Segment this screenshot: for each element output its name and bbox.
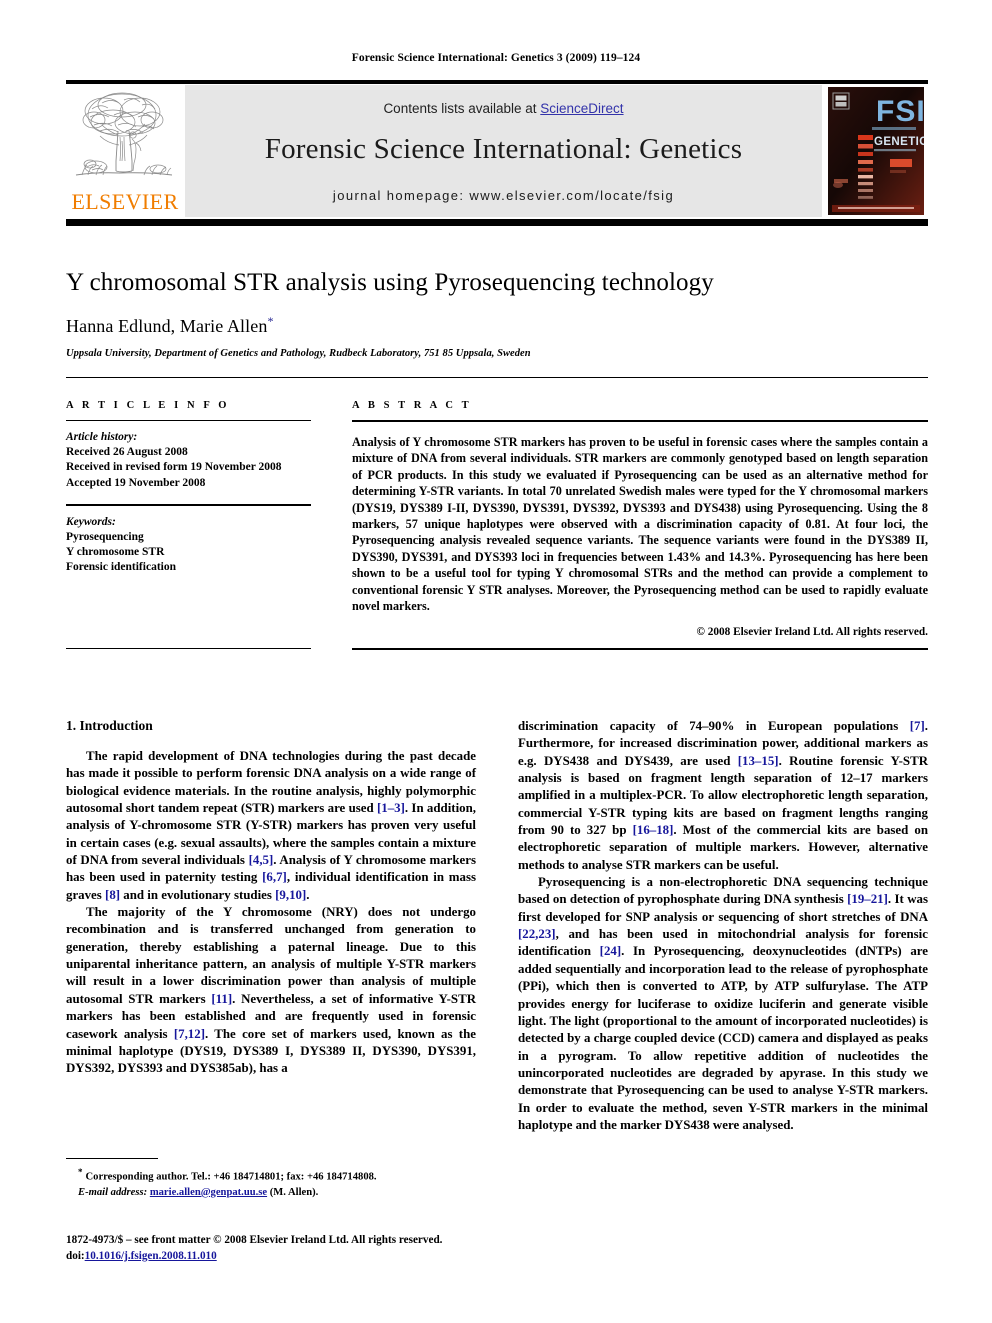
footnote-rule [66, 1158, 158, 1159]
elsevier-wordmark: ELSEVIER [71, 189, 179, 214]
body-column-right: discrimination capacity of 74–90% in Eur… [518, 718, 928, 1134]
doi-label: doi: [66, 1249, 85, 1262]
article-info-rule [66, 420, 311, 421]
citation-reference[interactable]: [16–18] [633, 823, 674, 837]
keywords-label: Keywords: [66, 515, 116, 528]
running-head: Forensic Science International: Genetics… [351, 52, 641, 64]
article-history: Article history: Received 26 August 2008… [66, 430, 311, 491]
history-item-1: Received in revised form 19 November 200… [66, 461, 282, 474]
svg-text:GENETICS: GENETICS [874, 136, 924, 148]
citation-reference[interactable]: [22,23] [518, 927, 556, 941]
article-history-label: Article history: [66, 431, 138, 443]
citation-reference[interactable]: [9,10] [275, 888, 306, 902]
footnote-corresponding-text: Corresponding author. Tel.: +46 18471480… [85, 1171, 377, 1183]
svg-text:FSI: FSI [876, 95, 924, 128]
citation-reference[interactable]: [24] [600, 944, 621, 958]
keywords-block: Keywords: Pyrosequencing Y chromosome ST… [66, 515, 311, 576]
email-address-label: E-mail address: [78, 1186, 148, 1198]
email-owner: (M. Allen). [269, 1186, 319, 1198]
author-names: Hanna Edlund, Marie Allen [66, 316, 268, 336]
citation-reference[interactable]: [11] [211, 992, 232, 1006]
masthead-center-band: Contents lists available at ScienceDirec… [185, 85, 822, 217]
paragraph: Pyrosequencing is a non-electrophoretic … [518, 875, 928, 1132]
keyword-1: Y chromosome STR [66, 546, 165, 559]
citation-reference[interactable]: [7,12] [174, 1027, 205, 1041]
abstract-text: Analysis of Y chromosome STR markers has… [352, 435, 928, 614]
contents-lists-label: Contents lists available at [383, 101, 541, 116]
sciencedirect-line: Contents lists available at ScienceDirec… [185, 101, 822, 116]
affiliation: Uppsala University, Department of Geneti… [66, 348, 531, 359]
author-list: Hanna Edlund, Marie Allen* [66, 314, 928, 337]
journal-cover: FSI GENETICS [822, 85, 928, 217]
citation-reference[interactable]: [4,5] [249, 853, 274, 867]
sciencedirect-link[interactable]: ScienceDirect [540, 101, 623, 116]
corresponding-author-footnote: * Corresponding author. Tel.: +46 1847148… [66, 1158, 476, 1200]
keyword-2: Forensic identification [66, 561, 176, 574]
footnote-marker: * [78, 1167, 83, 1177]
paragraph: The majority of the Y chromosome (NRY) d… [66, 905, 476, 1076]
journal-cover-image: FSI GENETICS [828, 87, 924, 215]
email-link[interactable]: marie.allen@genpat.uu.se [150, 1187, 267, 1198]
abstract-copyright: © 2008 Elsevier Ireland Ltd. All rights … [696, 626, 928, 639]
paragraph: The rapid development of DNA technologie… [66, 749, 477, 902]
body-column-gap [476, 718, 518, 1134]
journal-homepage[interactable]: journal homepage: www.elsevier.com/locat… [185, 188, 822, 203]
article-info-bottom-rule [66, 648, 311, 649]
abstract-heading: A B S T R A C T [352, 400, 472, 411]
imprint-block: 1872-4973/$ – see front matter © 2008 El… [66, 1233, 506, 1264]
title-bottom-rule [66, 377, 928, 378]
citation-reference[interactable]: [19–21] [847, 892, 888, 906]
footnote-email-line: E-mail address: marie.allen@genpat.uu.se… [66, 1185, 476, 1200]
history-item-2: Accepted 19 November 2008 [66, 476, 206, 489]
masthead-bottom-rule [66, 219, 928, 226]
elsevier-logo: ELSEVIER [66, 85, 185, 217]
citation-reference[interactable]: [8] [105, 888, 120, 902]
article-info-heading: A R T I C L E I N F O [66, 400, 230, 411]
abstract-rule [352, 420, 928, 422]
fsi-cover-art-icon: FSI GENETICS [828, 87, 924, 215]
doi-line: doi:10.1016/j.fsigen.2008.11.010 [66, 1249, 506, 1265]
imprint-front-matter: 1872-4973/$ – see front matter © 2008 El… [66, 1234, 443, 1246]
citation-reference[interactable]: [13–15] [738, 754, 779, 768]
info-abstract-region: A R T I C L E I N F O Article history: R… [66, 400, 928, 638]
abstract-bottom-rule [352, 648, 928, 650]
section-title-introduction: 1. Introduction [66, 718, 153, 733]
history-item-0: Received 26 August 2008 [66, 446, 188, 459]
footnote-corresponding-line: * Corresponding author. Tel.: +46 1847148… [66, 1166, 476, 1185]
article-title: Y chromosomal STR analysis using Pyroseq… [66, 269, 714, 296]
paragraph: discrimination capacity of 74–90% in Eur… [518, 719, 928, 872]
journal-title: Forensic Science International: Genetics [264, 133, 743, 165]
masthead-top-rule [66, 80, 928, 84]
citation-reference[interactable]: [6,7] [262, 870, 287, 884]
citation-reference[interactable]: [7] [910, 719, 925, 733]
article-first-page: Forensic Science International: Genetics… [0, 0, 992, 1323]
keywords-divider [66, 503, 311, 506]
citation-reference[interactable]: [1–3] [377, 801, 405, 815]
article-info-column: A R T I C L E I N F O Article history: R… [66, 400, 311, 638]
column-gap [311, 400, 352, 638]
corresponding-author-marker: * [267, 314, 274, 328]
abstract-column: A B S T R A C T Analysis of Y chromosome… [352, 400, 928, 638]
body-columns: 1. Introduction The rapid development of… [66, 718, 928, 1134]
body-column-left: 1. Introduction The rapid development of… [66, 718, 476, 1134]
journal-masthead: ELSEVIER Contents lists available at Sci… [66, 80, 928, 226]
keyword-0: Pyrosequencing [66, 530, 144, 543]
title-block: Y chromosomal STR analysis using Pyroseq… [66, 268, 928, 378]
doi-link[interactable]: 10.1016/j.fsigen.2008.11.010 [85, 1250, 217, 1262]
elsevier-tree-icon [75, 92, 173, 176]
